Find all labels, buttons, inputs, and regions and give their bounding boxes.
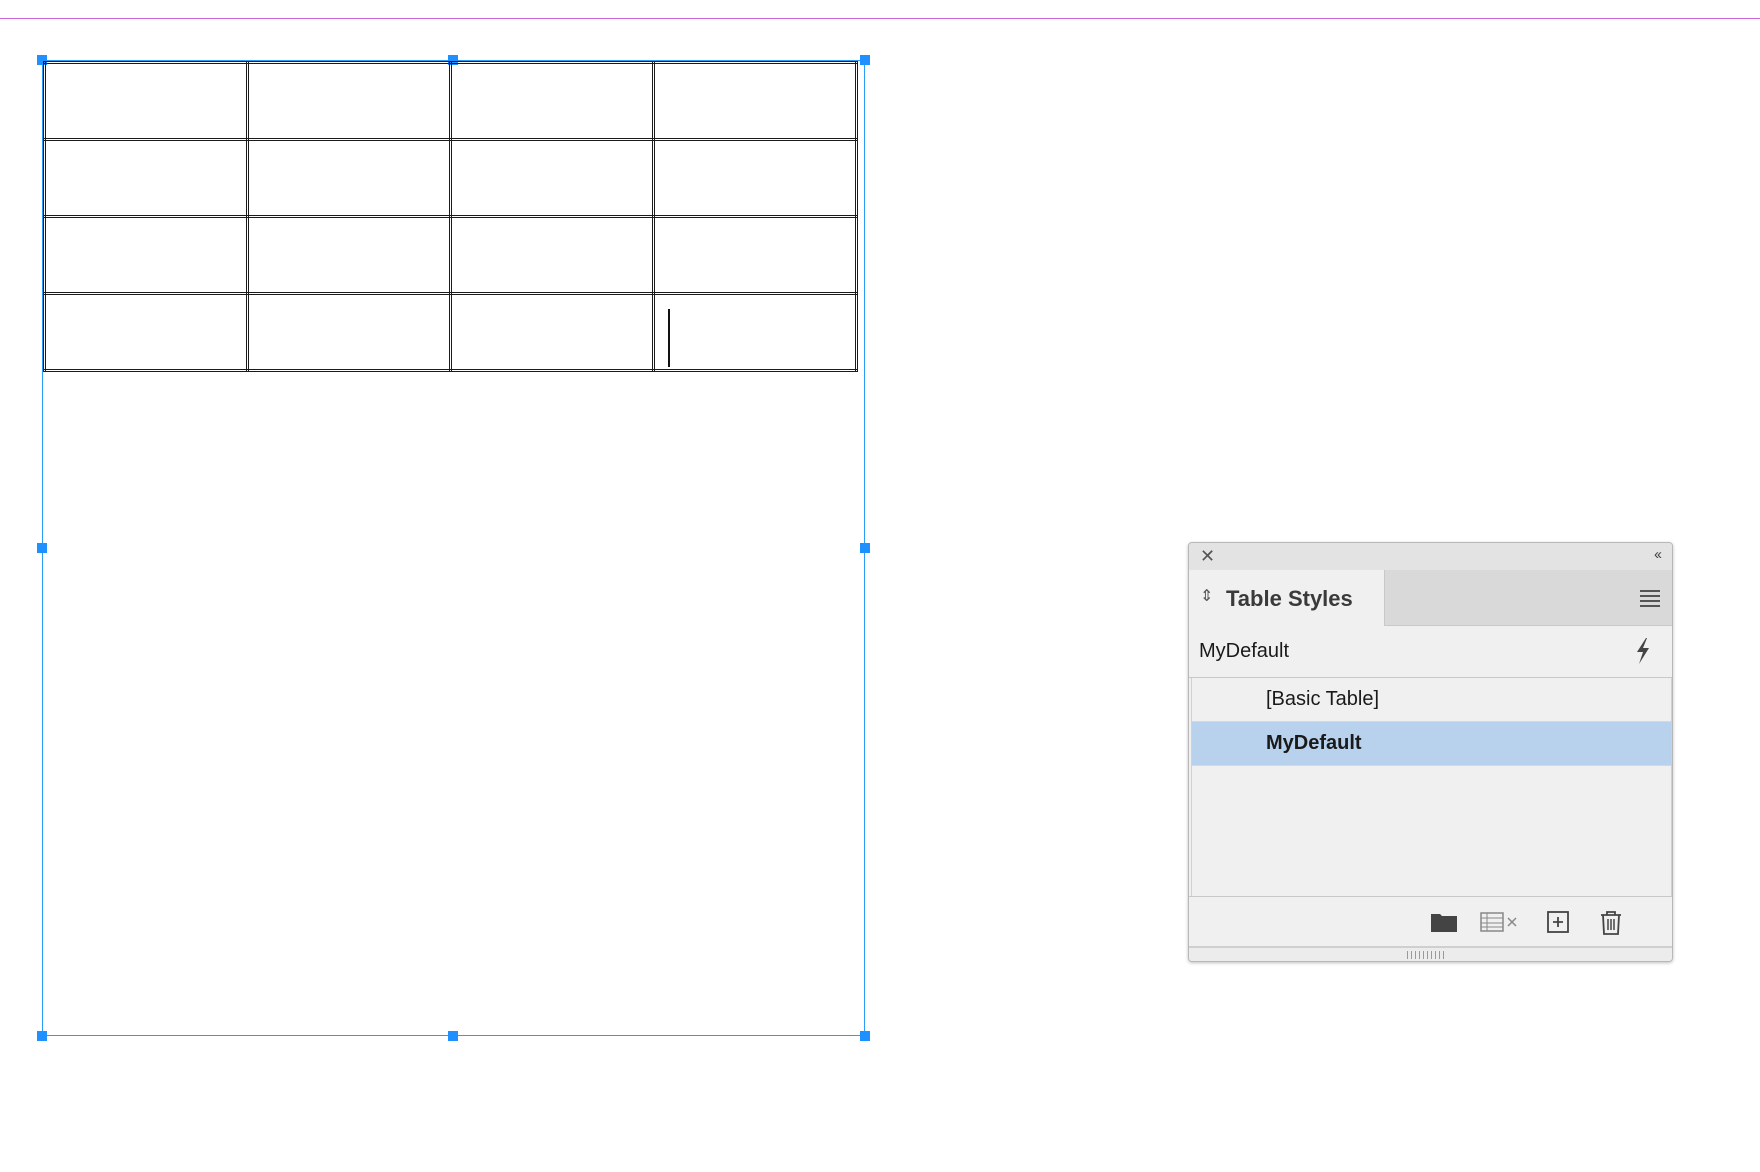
list-item-mydefault[interactable]: MyDefault bbox=[1192, 722, 1671, 766]
new-style-icon[interactable] bbox=[1546, 910, 1570, 934]
table-cell-active[interactable] bbox=[652, 292, 858, 372]
table-cell[interactable] bbox=[449, 61, 655, 141]
table-cell[interactable] bbox=[246, 292, 452, 372]
table-cell[interactable] bbox=[246, 215, 452, 295]
table-cell[interactable] bbox=[43, 61, 249, 141]
table-cell[interactable] bbox=[652, 215, 858, 295]
expand-toggle-icon[interactable]: ⇕ bbox=[1200, 586, 1213, 606]
clear-overrides-icon[interactable] bbox=[1480, 910, 1520, 934]
table-cell[interactable] bbox=[246, 61, 452, 141]
table-cell[interactable] bbox=[246, 138, 452, 218]
handle-bottom-left[interactable] bbox=[37, 1031, 47, 1041]
list-item-label: MyDefault bbox=[1266, 732, 1362, 754]
list-item-basic-table[interactable]: [Basic Table] bbox=[1192, 678, 1671, 722]
handle-bottom-middle[interactable] bbox=[448, 1031, 458, 1041]
current-style-name: MyDefault bbox=[1199, 640, 1290, 662]
tab-label: Table Styles bbox=[1226, 586, 1353, 611]
table-cell[interactable] bbox=[43, 138, 249, 218]
table-cell[interactable] bbox=[652, 61, 858, 141]
style-list: [Basic Table] MyDefault bbox=[1191, 678, 1672, 896]
table-row bbox=[43, 215, 858, 295]
panel-resize-bar[interactable] bbox=[1189, 946, 1672, 961]
margin-guide bbox=[0, 18, 1760, 19]
handle-bottom-right[interactable] bbox=[860, 1031, 870, 1041]
resize-grip-icon[interactable] bbox=[1407, 951, 1447, 959]
panel-tab-row: ⇕ Table Styles bbox=[1189, 570, 1672, 626]
table-row bbox=[43, 292, 858, 372]
handle-top-right[interactable] bbox=[860, 55, 870, 65]
close-icon[interactable]: ✕ bbox=[1200, 547, 1215, 565]
document-table[interactable] bbox=[43, 61, 858, 372]
quick-apply-icon[interactable] bbox=[1632, 636, 1654, 666]
panel-titlebar[interactable]: ✕ ‹‹ bbox=[1189, 543, 1672, 570]
list-item-label: [Basic Table] bbox=[1266, 688, 1380, 710]
table-cell[interactable] bbox=[43, 292, 249, 372]
table-cell[interactable] bbox=[43, 215, 249, 295]
tab-table-styles[interactable]: ⇕ Table Styles bbox=[1189, 570, 1385, 626]
folder-icon[interactable] bbox=[1430, 910, 1458, 934]
table-cell[interactable] bbox=[449, 215, 655, 295]
panel-footer bbox=[1189, 896, 1672, 947]
table-cell[interactable] bbox=[449, 292, 655, 372]
table-styles-panel: ✕ ‹‹ ⇕ Table Styles MyDefault [Basic Tab… bbox=[1188, 542, 1673, 962]
text-caret bbox=[668, 309, 670, 367]
table-row bbox=[43, 61, 858, 141]
collapse-icon[interactable]: ‹‹ bbox=[1654, 546, 1662, 563]
table-cell[interactable] bbox=[449, 138, 655, 218]
current-style-row: MyDefault bbox=[1189, 626, 1672, 678]
table-row bbox=[43, 138, 858, 218]
table-cell[interactable] bbox=[652, 138, 858, 218]
trash-icon[interactable] bbox=[1599, 910, 1623, 936]
handle-middle-left[interactable] bbox=[37, 543, 47, 553]
handle-middle-right[interactable] bbox=[860, 543, 870, 553]
panel-menu-icon[interactable] bbox=[1640, 590, 1660, 610]
